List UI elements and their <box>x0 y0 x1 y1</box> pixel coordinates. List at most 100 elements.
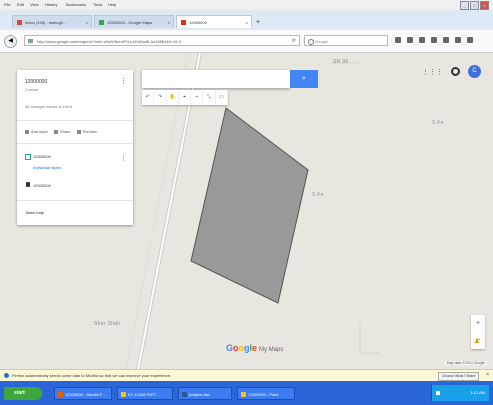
search-placeholder: Google <box>315 39 328 44</box>
task-label: 12000000 - Paint <box>248 392 279 397</box>
close-tab-icon[interactable]: × <box>86 16 88 28</box>
taskbar-item-word[interactable]: polyline.doc <box>178 387 232 400</box>
panel-actions: Add layer Share Preview <box>25 129 97 134</box>
layer-name[interactable]: 12000000 <box>33 154 51 159</box>
divider <box>17 143 133 144</box>
search-icon <box>308 39 314 45</box>
clock: 1:12 AM <box>470 390 485 395</box>
directions-icon[interactable]: ⤡ <box>203 90 216 105</box>
home-icon[interactable] <box>431 37 437 43</box>
tab-active-map[interactable]: 12000000 × <box>176 15 252 28</box>
browser-search-bar[interactable]: Google <box>304 35 388 46</box>
drawn-polygon[interactable] <box>190 107 309 304</box>
gmail-icon <box>17 20 22 26</box>
menu-bookmarks[interactable]: Bookmarks <box>66 2 86 7</box>
divider <box>17 200 133 201</box>
road-small <box>359 323 380 354</box>
url-bar[interactable]: http://www.google.com/maps/d/?mid=z6uW3k… <box>24 35 300 46</box>
firefox-icon <box>58 392 63 397</box>
menu-tools[interactable]: Tools <box>93 2 102 7</box>
my-maps-icon <box>181 20 186 26</box>
map-label-area-mid: S Fe <box>312 192 324 198</box>
pegman-icon[interactable]: ♟ <box>474 337 480 345</box>
taskbar-item-firefox[interactable]: 12000000 - Mozilla F… <box>54 387 112 400</box>
toolbar-icons <box>395 37 473 43</box>
navigation-bar: ◀ http://www.google.com/maps/d/?mid=z6uW… <box>0 30 493 53</box>
bookmarks-icon[interactable] <box>407 37 413 43</box>
menu-view[interactable]: View <box>30 2 39 7</box>
preview-button[interactable]: Preview <box>77 129 97 134</box>
layer-checkbox[interactable] <box>25 154 31 160</box>
network-icon[interactable] <box>436 391 440 395</box>
window-buttons: _ □ × <box>460 1 489 10</box>
new-tab-button[interactable]: + <box>256 19 260 26</box>
hand-icon[interactable]: ✋ <box>167 90 179 105</box>
info-icon <box>4 373 9 378</box>
map-title[interactable]: 12000000 <box>25 79 47 85</box>
paint-icon <box>241 392 246 397</box>
task-label: 12000000 - Mozilla F… <box>65 392 107 397</box>
hamburger-menu-icon[interactable] <box>467 37 473 43</box>
map-search-input[interactable] <box>142 70 290 88</box>
reload-icon[interactable]: ⟳ <box>292 36 296 45</box>
close-window-button[interactable]: × <box>480 1 489 10</box>
base-map-item[interactable]: Base map <box>26 210 44 215</box>
individual-styles-link[interactable]: Individual styles <box>33 165 61 170</box>
word-icon <box>182 392 187 397</box>
tab-google-maps[interactable]: 12000000 - Google Maps × <box>94 15 174 28</box>
back-button[interactable]: ◀ <box>4 35 17 48</box>
menu-edit[interactable]: Edit <box>17 2 24 7</box>
drawing-toolbar: ↶ ↷ ✋ ⌖ ⌁ ⤡ ▭ <box>142 90 228 105</box>
close-tab-icon[interactable]: × <box>168 16 170 28</box>
bookmark-star-icon[interactable] <box>395 37 401 43</box>
avatar[interactable]: C <box>468 65 481 78</box>
minimize-button[interactable]: _ <box>460 1 469 10</box>
add-layer-button[interactable]: Add layer <box>25 129 48 134</box>
maximize-button[interactable]: □ <box>470 1 479 10</box>
notifications-icon[interactable] <box>451 67 460 76</box>
map-label-area: S Fe <box>432 120 444 126</box>
map-menu-icon[interactable]: ⋮ <box>120 77 127 85</box>
task-label: polyline.doc <box>189 392 211 397</box>
my-maps-label: My Maps <box>259 347 284 353</box>
map-label-road: SR 96 <box>333 59 349 65</box>
feature-item[interactable]: 12000000 <box>33 183 51 188</box>
pocket-icon[interactable] <box>443 37 449 43</box>
taskbar-item-paint[interactable]: 12000000 - Paint <box>237 387 295 400</box>
account-area: ⋮⋮⋮ C <box>422 65 481 78</box>
close-notification-icon[interactable]: × <box>486 370 489 381</box>
download-icon[interactable] <box>419 37 425 43</box>
menu-help[interactable]: Help <box>108 2 116 7</box>
tab-inbox[interactable]: Inbox (193) - mshogil… × <box>12 15 92 28</box>
undo-icon[interactable]: ↶ <box>142 90 155 105</box>
map-label-sher-shah: Sher Shah <box>94 321 121 327</box>
map-search-button[interactable]: ⌕ <box>290 70 318 88</box>
lock-icon <box>28 39 33 43</box>
url-text: http://www.google.com/maps/d/?mid=z6uW3k… <box>37 39 181 44</box>
zoom-in-button[interactable]: + <box>471 315 485 332</box>
line-icon[interactable]: ⌁ <box>191 90 204 105</box>
polygon-feature-icon <box>26 182 30 187</box>
tab-label: 12000000 <box>189 20 207 25</box>
map-attribution: Map data ©2014 Google <box>444 361 487 365</box>
layer-menu-icon[interactable]: ⋮ <box>120 154 127 162</box>
map-canvas[interactable]: SR 96 S Fe S Fe Sher Shah 12000000 ⋮ 1 v… <box>0 53 493 369</box>
taskbar-item-folder[interactable]: D:\ 12345 PMT\… <box>117 387 173 400</box>
start-button[interactable]: start <box>4 387 42 400</box>
folder-icon <box>121 392 126 397</box>
layer-panel: 12000000 ⋮ 1 views All changes saved to … <box>17 70 133 225</box>
addon-icon[interactable] <box>455 37 461 43</box>
redo-icon[interactable]: ↷ <box>154 90 167 105</box>
menu-file[interactable]: File <box>4 2 10 7</box>
choose-what-i-share-button[interactable]: Choose What I Share <box>438 372 480 381</box>
tab-label: 12000000 - Google Maps <box>107 20 153 25</box>
close-tab-icon[interactable]: × <box>246 16 248 28</box>
measure-icon[interactable]: ▭ <box>216 90 228 105</box>
map-views: 1 views <box>25 87 39 92</box>
menu-bar: File Edit View History Bookmarks Tools H… <box>0 0 493 10</box>
menu-history[interactable]: History <box>45 2 57 7</box>
save-status: All changes saved to Drive <box>25 104 73 109</box>
apps-grid-icon[interactable]: ⋮⋮⋮ <box>422 68 443 76</box>
share-button[interactable]: Share <box>54 129 71 134</box>
marker-icon[interactable]: ⌖ <box>179 90 192 105</box>
